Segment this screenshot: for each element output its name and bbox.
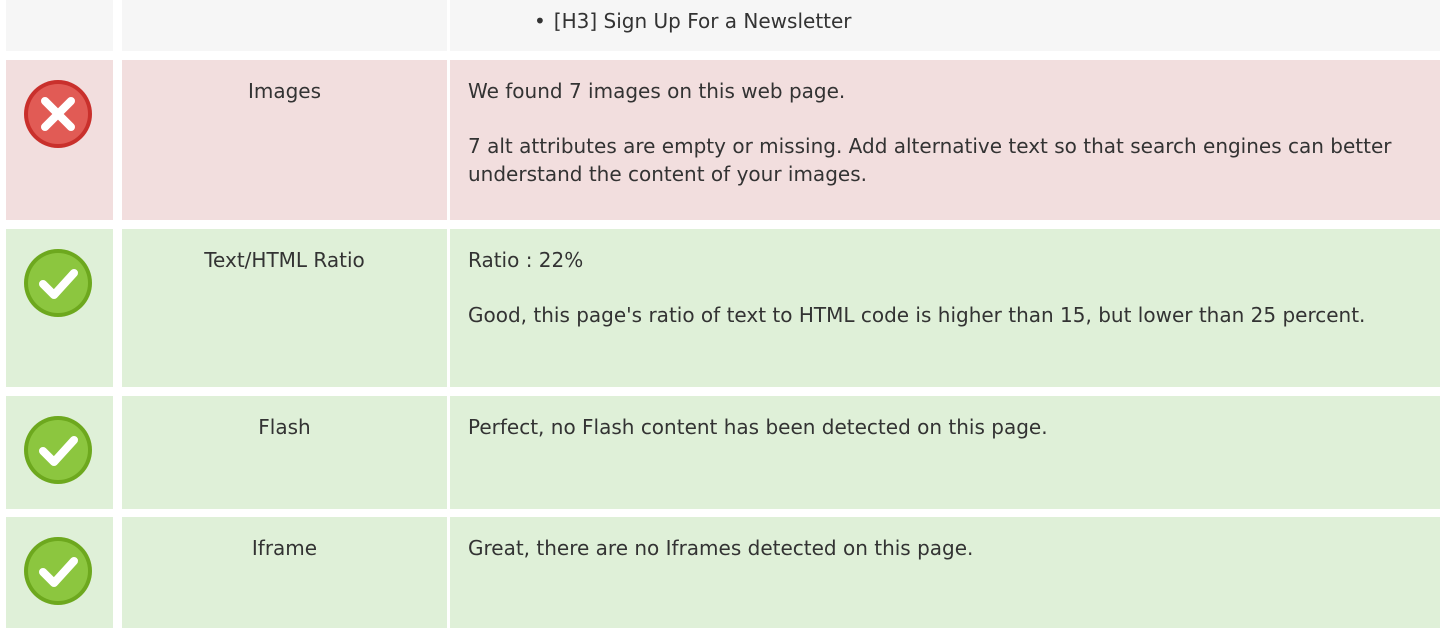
check-label: Flash (258, 415, 311, 439)
check-label-cell: Text/HTML Ratio (122, 229, 447, 387)
check-details-cell: Ratio : 22% Good, this page's ratio of t… (450, 229, 1440, 387)
check-label: Iframe (251, 536, 318, 560)
status-cell (6, 229, 113, 387)
check-label-cell: Images (122, 60, 447, 220)
check-label: Text/HTML Ratio (204, 248, 365, 272)
check-row-text-html-ratio: Text/HTML Ratio Ratio : 22% Good, this p… (6, 229, 1440, 387)
check-icon (24, 416, 92, 484)
check-detail-line: Good, this page's ratio of text to HTML … (468, 303, 1366, 327)
check-detail-line: Great, there are no Iframes detected on … (468, 536, 974, 560)
check-label: Images (247, 79, 322, 103)
check-row-flash: Flash Perfect, no Flash content has been… (6, 396, 1440, 509)
headings-list: [H3] Sign Up For a Newsletter (450, 0, 1440, 35)
check-details-cell: Perfect, no Flash content has been detec… (450, 396, 1440, 509)
headings-icon-cell (6, 0, 113, 51)
status-cell (6, 60, 113, 220)
check-row-images: Images We found 7 images on this web pag… (6, 60, 1440, 220)
check-details-cell: We found 7 images on this web page. 7 al… (450, 60, 1440, 220)
headings-content-cell: [H3] Sign Up For a Newsletter (450, 0, 1440, 51)
check-detail-line: Ratio : 22% (468, 248, 584, 272)
headings-row: [H3] Sign Up For a Newsletter (6, 0, 1440, 51)
headings-label-cell (122, 0, 447, 51)
check-row-iframe: Iframe Great, there are no Iframes detec… (6, 517, 1440, 628)
check-detail-line: 7 alt attributes are empty or missing. A… (468, 134, 1392, 186)
check-icon (24, 249, 92, 317)
status-cell (6, 517, 113, 628)
heading-item: [H3] Sign Up For a Newsletter (534, 7, 1440, 35)
status-cell (6, 396, 113, 509)
check-icon (24, 537, 92, 605)
check-details-cell: Great, there are no Iframes detected on … (450, 517, 1440, 628)
check-detail-line: Perfect, no Flash content has been detec… (468, 415, 1048, 439)
error-x-icon (24, 80, 92, 148)
check-label-cell: Flash (122, 396, 447, 509)
check-detail-line: We found 7 images on this web page. (468, 79, 846, 103)
check-label-cell: Iframe (122, 517, 447, 628)
